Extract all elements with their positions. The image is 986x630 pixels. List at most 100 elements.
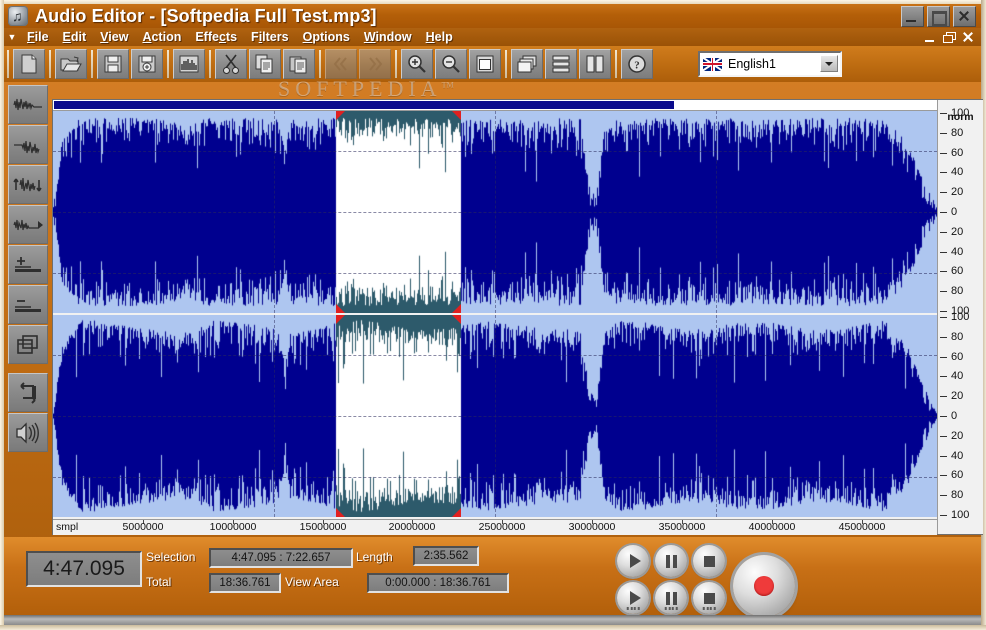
time-ruler[interactable]: smpl 5000000 10000000 15000000 20000000 2500… — [53, 519, 937, 535]
record-button[interactable] — [733, 555, 795, 617]
zoom-full-button[interactable] — [469, 49, 501, 79]
ruler-label: 5000000 — [122, 521, 164, 533]
volume-up-tool[interactable] — [8, 245, 48, 284]
chevron-down-icon[interactable] — [820, 55, 838, 72]
new-file-button[interactable] — [13, 49, 45, 79]
minimize-icon[interactable] — [901, 5, 924, 27]
cascade-windows-button[interactable] — [511, 49, 543, 79]
mdi-close-icon[interactable] — [962, 31, 974, 44]
menu-bar: ▼ File Edit View Action Effects Filters … — [4, 28, 981, 46]
grid-line-vertical — [495, 111, 496, 313]
menu-item-edit[interactable]: Edit — [56, 29, 94, 46]
channel-left-waveform[interactable] — [53, 111, 937, 313]
tick-label: 20 — [951, 430, 964, 442]
menu-item-options[interactable]: Options — [296, 29, 357, 46]
system-menu-icon[interactable]: ▼ — [4, 32, 20, 42]
menu-item-filters[interactable]: Filters — [244, 29, 296, 46]
save-as-button[interactable] — [131, 49, 163, 79]
selection-value[interactable]: 4:47.095 : 7:22.657 — [209, 548, 353, 568]
zoom-out-button[interactable] — [435, 49, 467, 79]
open-file-button[interactable] — [55, 49, 87, 79]
scale-tick: 80 — [938, 331, 983, 343]
play-button[interactable] — [617, 545, 649, 577]
grid-line-vertical — [495, 315, 496, 517]
toolbar-separator — [505, 50, 507, 78]
selection-handle-bottom-right[interactable] — [452, 304, 461, 313]
menu-item-action[interactable]: Action — [135, 29, 188, 46]
horizontal-position-bar[interactable] — [53, 100, 937, 111]
maximize-icon[interactable] — [927, 5, 950, 27]
undo-button[interactable] — [325, 49, 357, 79]
audio-editor-window: Audio Editor - [Softpedia Full Test.mp3]… — [0, 0, 986, 630]
tile-horizontal-button[interactable] — [545, 49, 577, 79]
pause-button[interactable] — [655, 545, 687, 577]
menu-item-help[interactable]: Help — [419, 29, 460, 46]
effects-toolbar — [8, 85, 48, 535]
channel-right-waveform[interactable] — [53, 315, 937, 517]
tick-label: 80 — [951, 489, 964, 501]
scale-tick: 20 — [938, 430, 983, 442]
tick-mark — [940, 191, 947, 193]
total-value[interactable]: 18:36.761 — [209, 573, 281, 593]
duplicate-window-tool[interactable] — [8, 325, 48, 364]
tick-label: 100 — [951, 311, 970, 323]
selection-handle-top-left[interactable] — [336, 111, 345, 120]
loop-tool[interactable] — [8, 373, 48, 412]
language-selector[interactable]: English1 — [698, 51, 842, 77]
selection-handle-bottom-left[interactable] — [336, 508, 345, 517]
selection-label: Selection — [146, 550, 196, 564]
menu-item-window[interactable]: Window — [357, 29, 419, 46]
stop-selection-button[interactable] — [693, 582, 725, 614]
menu-item-view[interactable]: View — [93, 29, 135, 46]
scale-tick: 40 — [938, 370, 983, 382]
help-button[interactable]: ? — [621, 49, 653, 79]
save-button[interactable] — [97, 49, 129, 79]
amplify-tool[interactable] — [8, 205, 48, 244]
play-selection-icon — [629, 591, 641, 605]
mdi-minimize-icon[interactable] — [924, 31, 936, 44]
volume-down-tool[interactable] — [8, 285, 48, 324]
position-thumb[interactable] — [54, 101, 674, 109]
close-icon[interactable] — [953, 5, 976, 27]
fade-in-tool[interactable] — [8, 85, 48, 124]
selection-handle-top-right[interactable] — [452, 315, 461, 324]
tick-label: 80 — [951, 127, 964, 139]
selection-handle-bottom-right[interactable] — [452, 508, 461, 517]
normalize-tool[interactable] — [8, 165, 48, 204]
play-selection-button[interactable] — [617, 582, 649, 614]
status-bar: 4:47.095 Selection 4:47.095 : 7:22.657 L… — [4, 537, 981, 625]
pause-selection-button[interactable] — [655, 582, 687, 614]
menu-item-file[interactable]: File — [20, 29, 56, 46]
mdi-restore-icon[interactable] — [943, 31, 956, 44]
tick-mark — [940, 270, 947, 272]
selection-handle-top-right[interactable] — [452, 111, 461, 120]
length-value[interactable]: 2:35.562 — [413, 546, 479, 566]
tick-label: 0 — [951, 206, 958, 218]
cut-button[interactable] — [215, 49, 247, 79]
selection-handle-bottom-left[interactable] — [336, 304, 345, 313]
scale-tick: 100 — [938, 107, 983, 119]
zoom-in-button[interactable] — [401, 49, 433, 79]
tick-mark — [940, 152, 947, 154]
tick-mark — [940, 211, 947, 213]
toolbar-separator — [209, 50, 211, 78]
music-note-icon — [8, 6, 28, 26]
waveform-area[interactable]: smpl 5000000 10000000 15000000 20000000 2500… — [53, 100, 937, 535]
paste-button[interactable] — [283, 49, 315, 79]
window-controls — [901, 5, 976, 27]
fade-out-tool[interactable] — [8, 125, 48, 164]
tick-label: 20 — [951, 390, 964, 402]
view-area-value[interactable]: 0:00.000 : 18:36.761 — [367, 573, 509, 593]
redo-button[interactable] — [359, 49, 391, 79]
tick-mark — [940, 336, 947, 338]
tile-vertical-button[interactable] — [579, 49, 611, 79]
play-sound-tool[interactable] — [8, 413, 48, 452]
copy-button[interactable] — [249, 49, 281, 79]
statistics-button[interactable] — [173, 49, 205, 79]
menu-item-effects[interactable]: Effects — [188, 29, 244, 46]
stop-button[interactable] — [693, 545, 725, 577]
amplitude-scale: norm 100 80 60 40 20 0 20 40 60 80 100 100 80 60 40 20… — [937, 100, 983, 534]
tick-label: 0 — [951, 410, 958, 422]
selection-handle-top-left[interactable] — [336, 315, 345, 324]
ruler-label: 30000000 — [568, 521, 616, 533]
